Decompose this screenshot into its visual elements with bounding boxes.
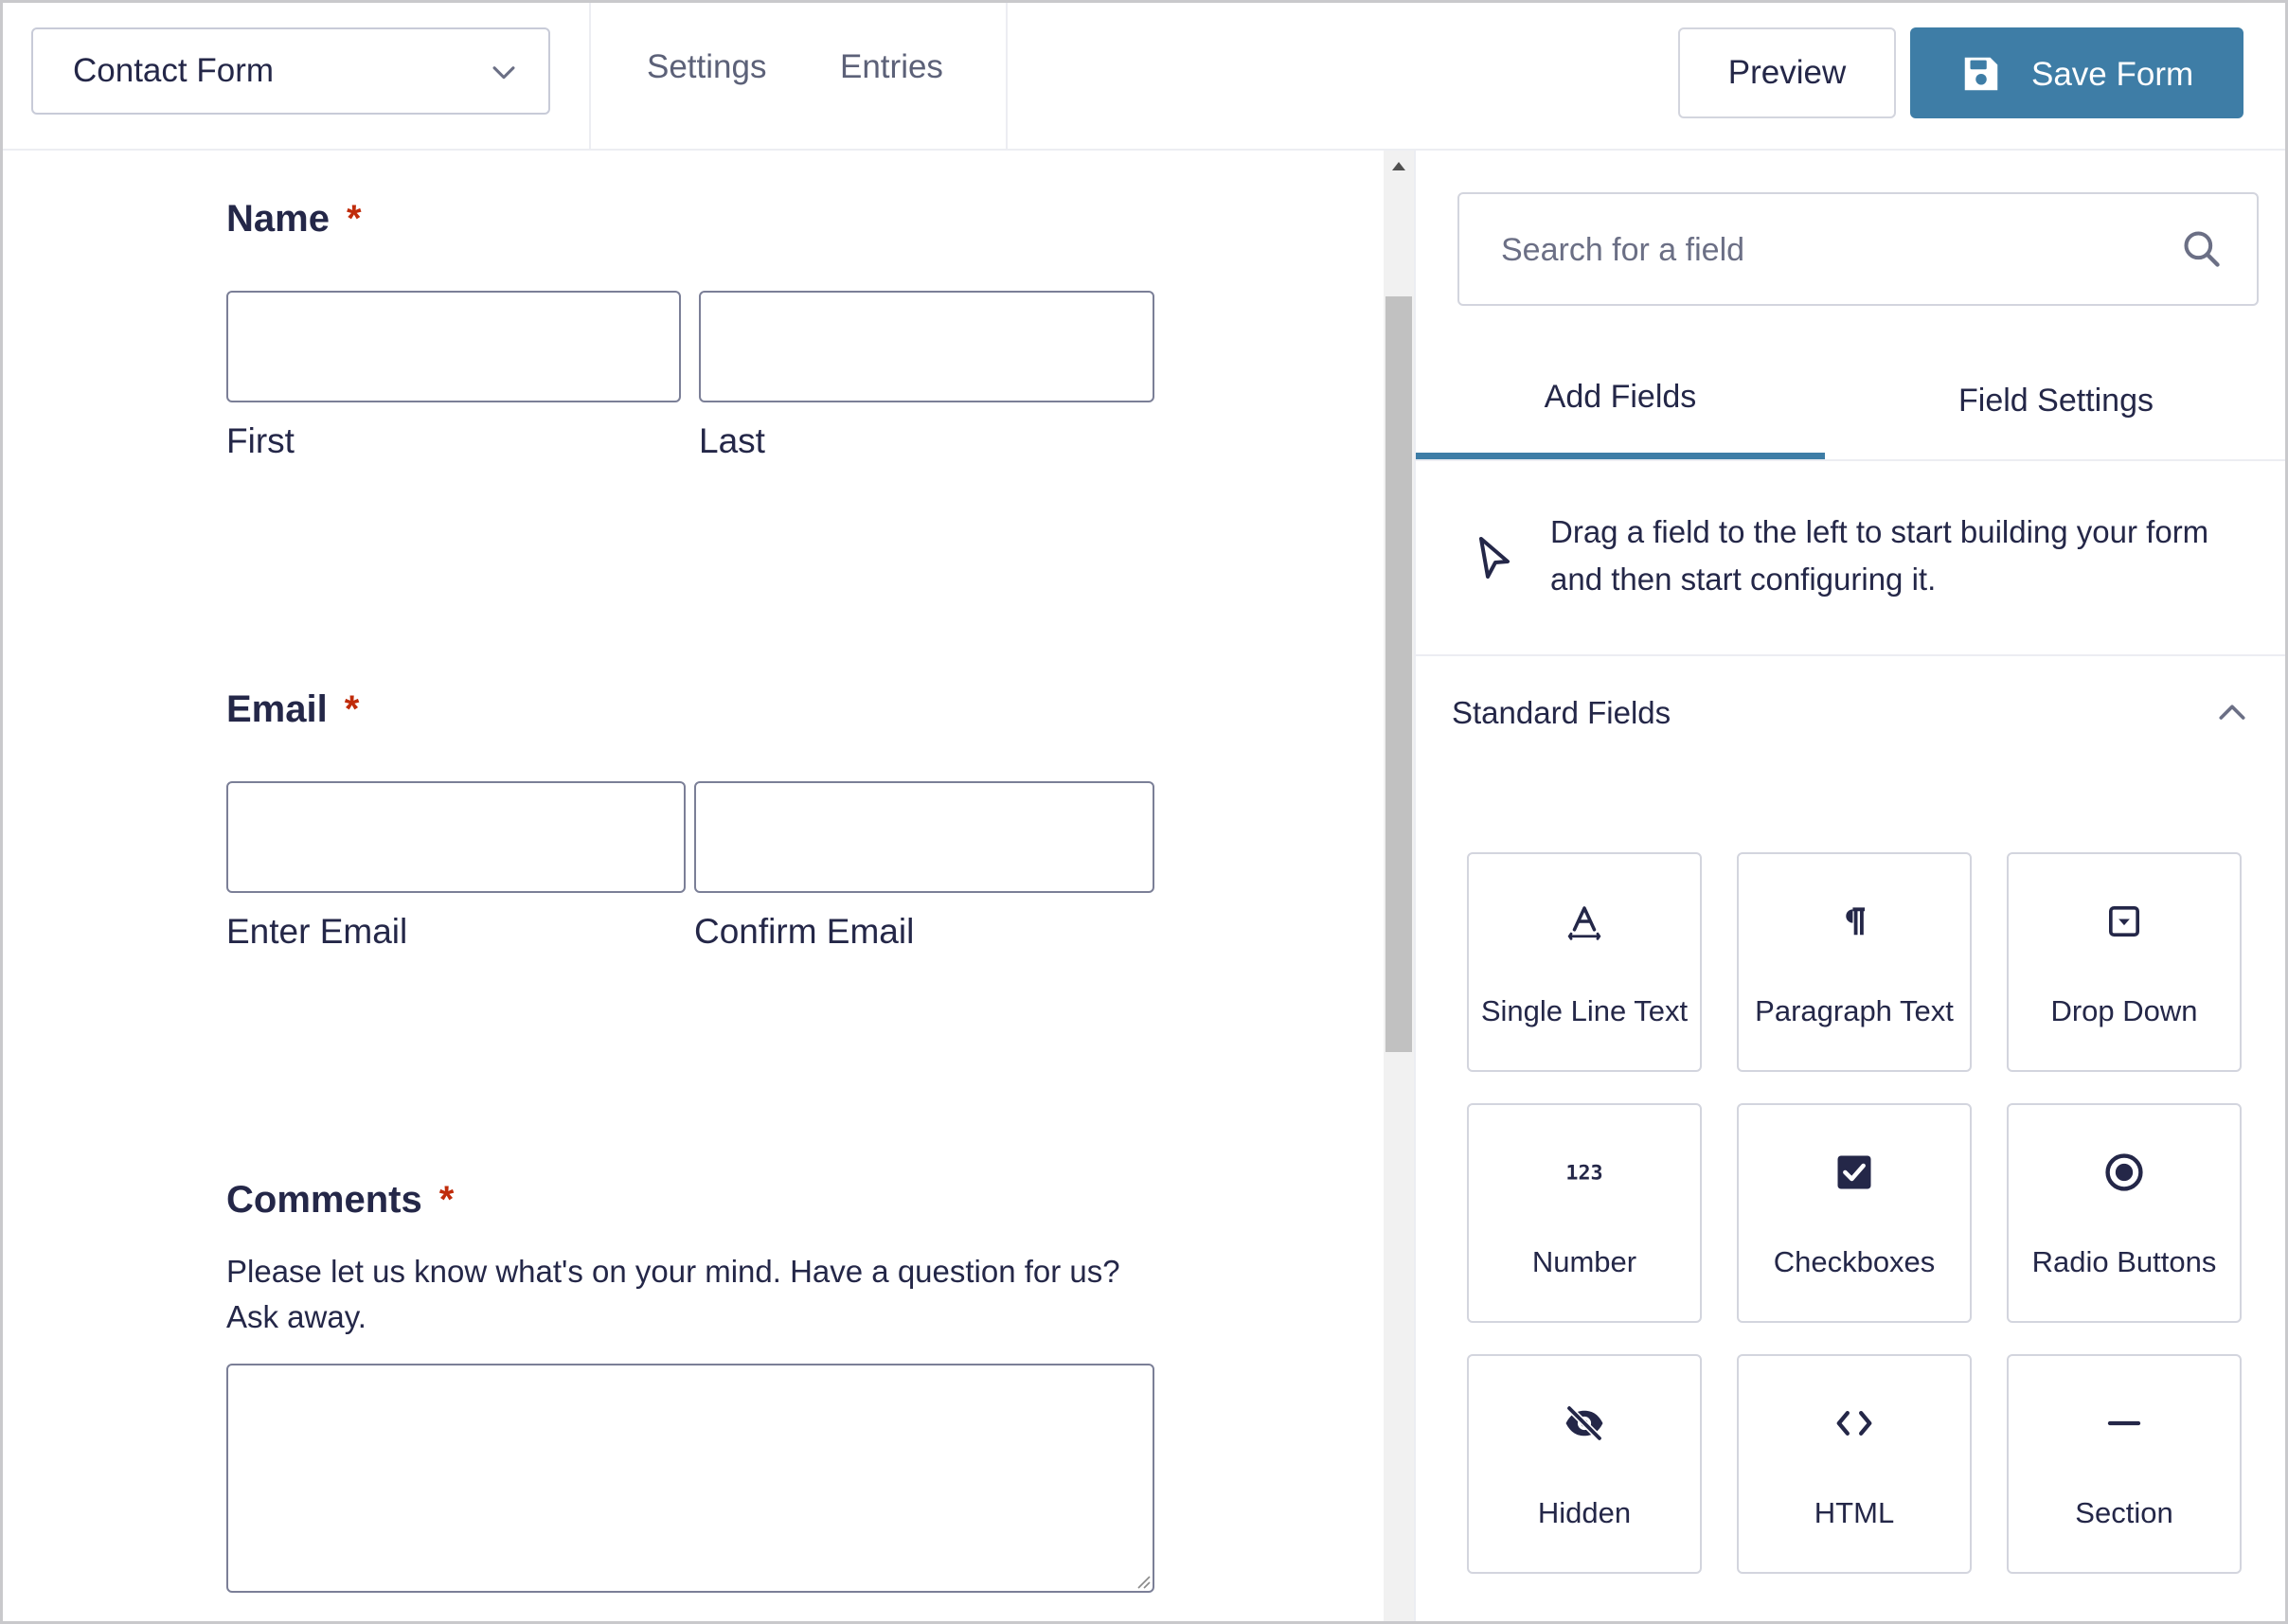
comments-textarea[interactable]	[226, 1364, 1154, 1593]
drag-hint: Drag a field to the left to start buildi…	[1416, 459, 2285, 656]
field-tile-label: Number	[1531, 1245, 1637, 1278]
pointer-cursor-icon	[1479, 537, 1510, 579]
field-tile-label: Hidden	[1537, 1496, 1632, 1529]
enter-email-sublabel: Enter Email	[226, 912, 408, 951]
divider	[589, 3, 591, 149]
checkbox-icon	[1832, 1151, 1876, 1194]
chevron-down-icon	[492, 66, 515, 80]
drag-hint-text: Drag a field to the left to start buildi…	[1550, 514, 2209, 597]
chevron-up-icon[interactable]	[2213, 694, 2251, 732]
confirm-email-sublabel: Confirm Email	[694, 912, 915, 951]
email-field-label[interactable]: Email *	[226, 688, 359, 731]
field-tile-label: Paragraph Text	[1755, 994, 1954, 1027]
required-asterisk: *	[438, 1179, 455, 1221]
field-sidebar: Add Fields Field Settings Drag a field t…	[1414, 151, 2285, 1621]
field-tile-radio-buttons[interactable]: Radio Buttons	[2007, 1103, 2242, 1323]
eye-off-icon	[1563, 1401, 1606, 1445]
tab-add-fields[interactable]: Add Fields	[1416, 342, 1825, 459]
svg-text:123: 123	[1565, 1162, 1602, 1186]
dash-icon	[2102, 1401, 2146, 1445]
scroll-up-arrow-icon[interactable]	[1392, 162, 1405, 170]
canvas-scrollbar[interactable]	[1384, 151, 1414, 1621]
entries-link[interactable]: Entries	[840, 48, 943, 86]
form-canvas: Name * First Last Email * Enter Email Conf…	[3, 151, 1384, 1621]
dropdown-icon	[2102, 900, 2146, 943]
number-icon: 123	[1563, 1151, 1606, 1194]
tab-field-settings[interactable]: Field Settings	[1825, 342, 2285, 459]
field-search-box[interactable]	[1457, 192, 2259, 306]
confirm-email-input[interactable]	[694, 781, 1154, 893]
divider	[1006, 3, 1008, 149]
required-asterisk: *	[346, 198, 362, 240]
comments-description: Please let us know what's on your mind. …	[226, 1254, 1120, 1334]
field-tile-hidden[interactable]: Hidden	[1467, 1354, 1702, 1574]
form-name: Contact Form	[73, 52, 274, 89]
search-icon[interactable]	[2181, 228, 2223, 270]
field-tile-label: Section	[2075, 1496, 2173, 1529]
required-asterisk: *	[344, 688, 360, 730]
floppy-disk-icon	[1964, 57, 1998, 91]
field-tile-number[interactable]: 123 Number	[1467, 1103, 1702, 1323]
save-form-button[interactable]: Save Form	[1910, 27, 2243, 118]
field-tile-section[interactable]: Section	[2007, 1354, 2242, 1574]
top-bar: Contact Form Settings Entries Preview Sa…	[3, 3, 2285, 151]
text-icon	[1563, 900, 1606, 943]
field-tile-label: HTML	[1814, 1496, 1895, 1529]
field-tile-drop-down[interactable]: Drop Down	[2007, 852, 2242, 1072]
field-search-input[interactable]	[1459, 194, 2204, 306]
save-form-label: Save Form	[2031, 56, 2194, 93]
code-icon	[1832, 1401, 1876, 1445]
field-tile-label: Checkboxes	[1773, 1245, 1936, 1278]
field-tile-html[interactable]: HTML	[1737, 1354, 1972, 1574]
last-sublabel: Last	[699, 421, 765, 460]
settings-link[interactable]: Settings	[647, 48, 766, 86]
paragraph-icon	[1832, 900, 1876, 943]
preview-button[interactable]: Preview	[1678, 27, 1896, 118]
field-tile-single-line-text[interactable]: Single Line Text	[1467, 852, 1702, 1072]
standard-fields-heading[interactable]: Standard Fields	[1452, 695, 1671, 731]
last-name-input[interactable]	[699, 291, 1154, 402]
field-tile-label: Single Line Text	[1480, 994, 1689, 1027]
first-name-input[interactable]	[226, 291, 681, 402]
field-tile-label: Drop Down	[2050, 994, 2198, 1027]
first-sublabel: First	[226, 421, 295, 460]
field-tile-checkboxes[interactable]: Checkboxes	[1737, 1103, 1972, 1323]
form-switcher-select[interactable]: Contact Form	[31, 27, 550, 115]
form-editor-window: Contact Form Settings Entries Preview Sa…	[0, 0, 2288, 1624]
sidebar-tabs: Add Fields Field Settings	[1416, 342, 2285, 461]
field-tile-paragraph-text[interactable]: Paragraph Text	[1737, 852, 1972, 1072]
scroll-thumb[interactable]	[1385, 296, 1412, 1052]
comments-field-label[interactable]: Comments *	[226, 1179, 454, 1222]
radio-icon	[2102, 1151, 2146, 1194]
resize-handle-icon[interactable]	[1134, 1572, 1151, 1589]
name-field-label[interactable]: Name *	[226, 198, 362, 241]
enter-email-input[interactable]	[226, 781, 686, 893]
field-tile-label: Radio Buttons	[2031, 1245, 2217, 1278]
